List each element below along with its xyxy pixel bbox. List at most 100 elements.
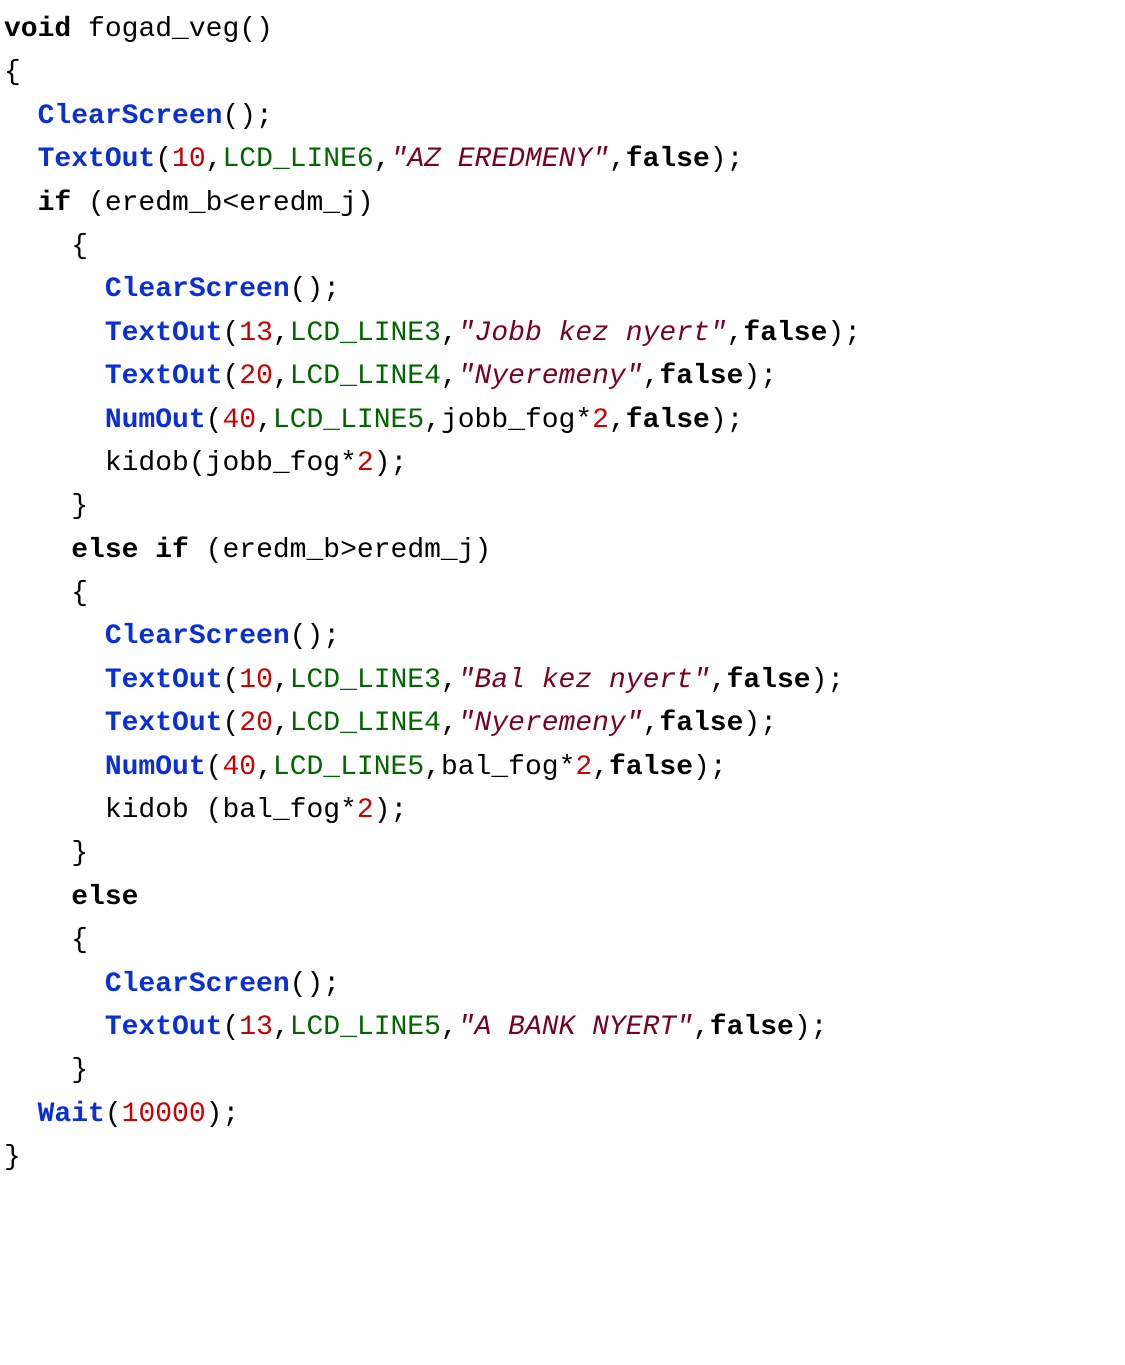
- code-token: (: [71, 188, 105, 219]
- code-line: ClearScreen();: [4, 101, 273, 132]
- code-token: ,: [643, 708, 660, 739]
- code-token: 2: [357, 448, 374, 479]
- code-token: LCD_LINE5: [273, 405, 424, 436]
- code-token: TextOut: [105, 665, 223, 696]
- code-token: "Bal kez nyert": [458, 665, 710, 696]
- code-line: NumOut(40,LCD_LINE5,jobb_fog*2,false);: [4, 405, 743, 436]
- code-line: {: [4, 578, 88, 609]
- code-token: *: [575, 405, 592, 436]
- code-token: ,: [256, 405, 273, 436]
- code-token: "A BANK NYERT": [458, 1012, 693, 1043]
- code-token: LCD_LINE4: [290, 708, 441, 739]
- code-token: (: [222, 665, 239, 696]
- code-token: ,: [441, 708, 458, 739]
- code-token: fogad_veg: [88, 14, 239, 45]
- code-line: kidob(jobb_fog*2);: [4, 448, 407, 479]
- code-token: [4, 752, 105, 783]
- code-token: );: [693, 752, 727, 783]
- code-token: ): [475, 535, 492, 566]
- code-token: ,: [273, 708, 290, 739]
- code-token: LCD_LINE4: [290, 361, 441, 392]
- code-token: 40: [222, 405, 256, 436]
- code-token: TextOut: [105, 318, 223, 349]
- code-token: LCD_LINE3: [290, 665, 441, 696]
- code-token: bal_fog: [222, 795, 340, 826]
- code-token: 10: [172, 144, 206, 175]
- code-token: ,: [710, 665, 727, 696]
- code-token: (): [239, 14, 273, 45]
- code-token: (: [189, 448, 206, 479]
- code-token: [71, 14, 88, 45]
- code-token: ,: [273, 1012, 290, 1043]
- code-token: ,: [727, 318, 744, 349]
- code-token: (: [189, 535, 223, 566]
- code-token: 2: [357, 795, 374, 826]
- code-token: ,: [643, 361, 660, 392]
- code-token: TextOut: [105, 708, 223, 739]
- code-token: *: [340, 795, 357, 826]
- code-token: 10000: [122, 1099, 206, 1130]
- code-token: );: [374, 448, 408, 479]
- code-token: ,: [273, 361, 290, 392]
- code-token: ,: [441, 665, 458, 696]
- code-token: 10: [239, 665, 273, 696]
- code-token: false: [626, 405, 710, 436]
- code-token: 20: [239, 361, 273, 392]
- code-token: }: [4, 1142, 21, 1173]
- code-token: eredm_b: [222, 535, 340, 566]
- code-token: (: [206, 752, 223, 783]
- code-token: );: [811, 665, 845, 696]
- code-token: Wait: [38, 1099, 105, 1130]
- code-token: kidob: [105, 795, 189, 826]
- code-line: Wait(10000);: [4, 1099, 239, 1130]
- code-token: [4, 708, 105, 739]
- code-token: );: [743, 361, 777, 392]
- code-token: (: [189, 795, 223, 826]
- code-token: ,: [441, 1012, 458, 1043]
- code-token: {: [4, 578, 88, 609]
- code-token: );: [710, 144, 744, 175]
- code-token: [138, 535, 155, 566]
- code-line: TextOut(10,LCD_LINE6,"AZ EREDMENY",false…: [4, 144, 743, 175]
- code-token: kidob: [105, 448, 189, 479]
- code-token: ClearScreen: [105, 621, 290, 652]
- code-line: ClearScreen();: [4, 621, 340, 652]
- code-token: [4, 101, 38, 132]
- code-token: if: [155, 535, 189, 566]
- code-token: );: [206, 1099, 240, 1130]
- code-token: jobb_fog: [206, 448, 340, 479]
- code-token: ClearScreen: [105, 274, 290, 305]
- code-token: 2: [575, 752, 592, 783]
- code-token: }: [4, 1055, 88, 1086]
- code-token: ,: [273, 318, 290, 349]
- code-token: );: [827, 318, 861, 349]
- code-line: TextOut(20,LCD_LINE4,"Nyeremeny",false);: [4, 708, 777, 739]
- code-token: [4, 448, 105, 479]
- code-token: [4, 144, 38, 175]
- code-token: (: [206, 405, 223, 436]
- code-token: (: [222, 1012, 239, 1043]
- code-token: [4, 535, 71, 566]
- code-token: false: [609, 752, 693, 783]
- code-token: ,: [424, 752, 441, 783]
- code-token: [4, 405, 105, 436]
- code-line: else if (eredm_b>eredm_j): [4, 535, 491, 566]
- code-token: bal_fog: [441, 752, 559, 783]
- code-token: ,: [592, 752, 609, 783]
- code-token: [4, 274, 105, 305]
- code-token: <: [222, 188, 239, 219]
- code-token: false: [659, 708, 743, 739]
- code-token: ,: [256, 752, 273, 783]
- code-token: (: [222, 361, 239, 392]
- code-token: *: [559, 752, 576, 783]
- code-line: }: [4, 1055, 88, 1086]
- code-token: false: [710, 1012, 794, 1043]
- code-token: *: [340, 448, 357, 479]
- code-token: [4, 665, 105, 696]
- code-block: void fogad_veg() { ClearScreen(); TextOu…: [0, 0, 1125, 1188]
- code-token: ClearScreen: [38, 101, 223, 132]
- code-token: void: [4, 14, 71, 45]
- code-token: jobb_fog: [441, 405, 575, 436]
- code-token: 13: [239, 318, 273, 349]
- code-token: false: [727, 665, 811, 696]
